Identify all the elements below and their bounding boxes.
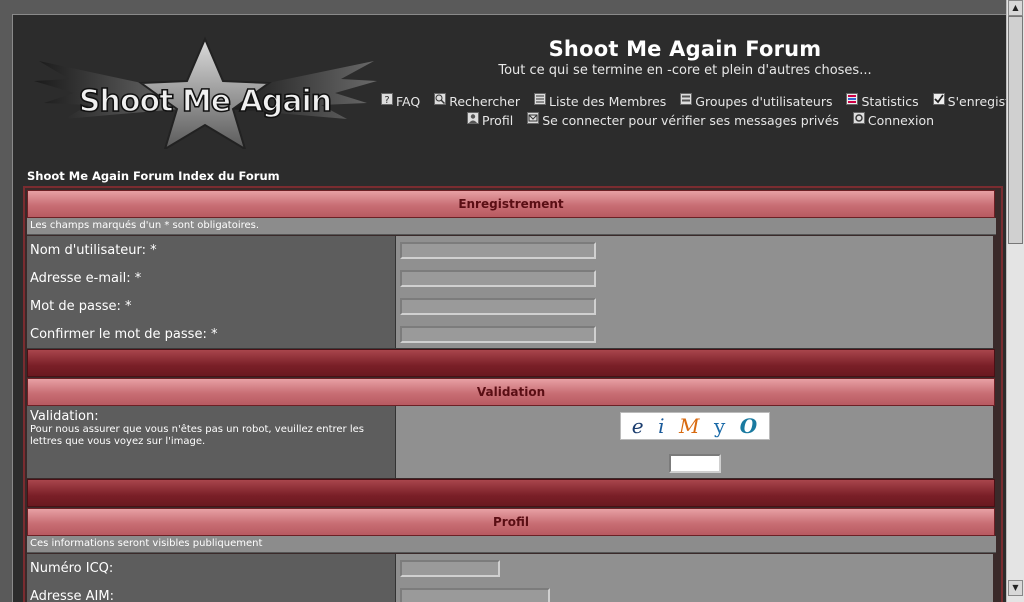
nav-groups-label: Groupes d'utilisateurs bbox=[695, 94, 833, 109]
nav-login-label: Connexion bbox=[867, 113, 935, 128]
nav-search-label: Rechercher bbox=[449, 94, 521, 109]
breadcrumb[interactable]: Shoot Me Again Forum Index du Forum bbox=[27, 169, 280, 183]
confirm-password-row: Confirmer le mot de passe: * bbox=[27, 320, 993, 349]
validation-value-cell: e i M y O bbox=[396, 406, 993, 478]
nav-search[interactable]: Rechercher bbox=[434, 92, 521, 109]
vertical-scrollbar[interactable]: ▲ ▼ bbox=[1006, 0, 1024, 602]
section-divider bbox=[27, 349, 995, 377]
nav-profile[interactable]: Profil bbox=[467, 111, 514, 128]
section-header-registration: Enregistrement bbox=[27, 190, 995, 218]
main-nav-row1: ? FAQ Rechercher Liste des Membres Group… bbox=[381, 92, 1006, 109]
aim-row: Adresse AIM: bbox=[27, 582, 993, 602]
captcha-image: e i M y O bbox=[619, 411, 770, 440]
password-label: Mot de passe: * bbox=[27, 292, 396, 320]
required-fields-note: Les champs marqués d'un * sont obligatoi… bbox=[27, 218, 996, 235]
nav-statistics-label: Statistics bbox=[861, 94, 919, 109]
validation-label: Validation: bbox=[30, 409, 99, 424]
scroll-up-arrow-icon[interactable]: ▲ bbox=[1008, 0, 1023, 16]
captcha-char: e bbox=[631, 413, 644, 438]
captcha-char: y bbox=[713, 413, 726, 438]
register-icon bbox=[932, 92, 945, 105]
password-row: Mot de passe: * bbox=[27, 292, 993, 321]
nav-profile-label: Profil bbox=[482, 113, 514, 128]
nav-private-messages-label: Se connecter pour vérifier ses messages … bbox=[542, 113, 839, 128]
members-icon bbox=[534, 92, 547, 105]
captcha-char: O bbox=[739, 413, 758, 438]
captcha-input[interactable] bbox=[668, 453, 721, 473]
icq-label: Numéro ICQ: bbox=[27, 554, 396, 582]
section-header-validation: Validation bbox=[27, 378, 995, 406]
nav-private-messages[interactable]: Se connecter pour vérifier ses messages … bbox=[527, 111, 839, 128]
logo-text: Shoot Me Again bbox=[79, 84, 331, 119]
icq-row: Numéro ICQ: bbox=[27, 554, 993, 583]
email-label: Adresse e-mail: * bbox=[27, 264, 396, 292]
site-description: Tout ce qui se termine en -core et plein… bbox=[498, 63, 872, 78]
nav-statistics[interactable]: Statistics bbox=[846, 92, 919, 109]
username-label: Nom d'utilisateur: * bbox=[27, 236, 396, 264]
groups-icon bbox=[680, 92, 693, 105]
scroll-down-arrow-icon[interactable]: ▼ bbox=[1008, 580, 1023, 596]
nav-register[interactable]: S'enregistrer bbox=[932, 92, 1006, 109]
email-row: Adresse e-mail: * bbox=[27, 264, 993, 293]
browser-viewport: Shoot Me Again Shoot Me Again Forum Tout… bbox=[0, 0, 1006, 602]
icq-input[interactable] bbox=[400, 559, 500, 577]
section-divider bbox=[27, 479, 995, 507]
nav-register-label: S'enregistrer bbox=[947, 94, 1006, 109]
forum-page: Shoot Me Again Shoot Me Again Forum Tout… bbox=[12, 14, 1006, 602]
password-input[interactable] bbox=[400, 297, 596, 315]
validation-label-cell: Validation: Pour nous assurer que vous n… bbox=[27, 406, 396, 478]
captcha-char: M bbox=[679, 413, 700, 438]
validation-row: Validation: Pour nous assurer que vous n… bbox=[27, 406, 993, 478]
nav-faq-label: FAQ bbox=[396, 94, 421, 109]
site-title: Shoot Me Again Forum bbox=[548, 37, 822, 61]
messages-icon bbox=[527, 111, 540, 124]
aim-input[interactable] bbox=[400, 587, 550, 602]
nav-faq[interactable]: ? FAQ bbox=[381, 92, 421, 109]
confirm-password-input[interactable] bbox=[400, 325, 596, 343]
username-input[interactable] bbox=[400, 241, 596, 259]
nav-groups[interactable]: Groupes d'utilisateurs bbox=[680, 92, 833, 109]
nav-members-label: Liste des Membres bbox=[549, 94, 667, 109]
main-nav-row2: Profil Se connecter pour vérifier ses me… bbox=[467, 111, 935, 128]
public-info-note: Ces informations seront visibles publiqu… bbox=[27, 536, 996, 553]
registration-form: Enregistrement Les champs marqués d'un *… bbox=[23, 186, 1003, 602]
profile-icon bbox=[467, 111, 479, 124]
scrollbar-thumb[interactable] bbox=[1008, 16, 1023, 244]
statistics-icon bbox=[846, 92, 859, 105]
help-icon: ? bbox=[381, 92, 393, 105]
confirm-password-label: Confirmer le mot de passe: * bbox=[27, 320, 396, 348]
section-header-profile: Profil bbox=[27, 508, 995, 536]
email-input[interactable] bbox=[400, 269, 596, 287]
nav-members[interactable]: Liste des Membres bbox=[534, 92, 667, 109]
username-row: Nom d'utilisateur: * bbox=[27, 236, 993, 265]
captcha-char: i bbox=[658, 413, 665, 438]
validation-help: Pour nous assurer que vous n'êtes pas un… bbox=[30, 424, 364, 447]
login-icon bbox=[852, 111, 865, 124]
search-icon bbox=[434, 92, 447, 105]
aim-label: Adresse AIM: bbox=[27, 582, 396, 602]
nav-login[interactable]: Connexion bbox=[852, 111, 935, 128]
site-logo[interactable]: Shoot Me Again bbox=[29, 31, 381, 149]
svg-text:?: ? bbox=[384, 95, 389, 105]
